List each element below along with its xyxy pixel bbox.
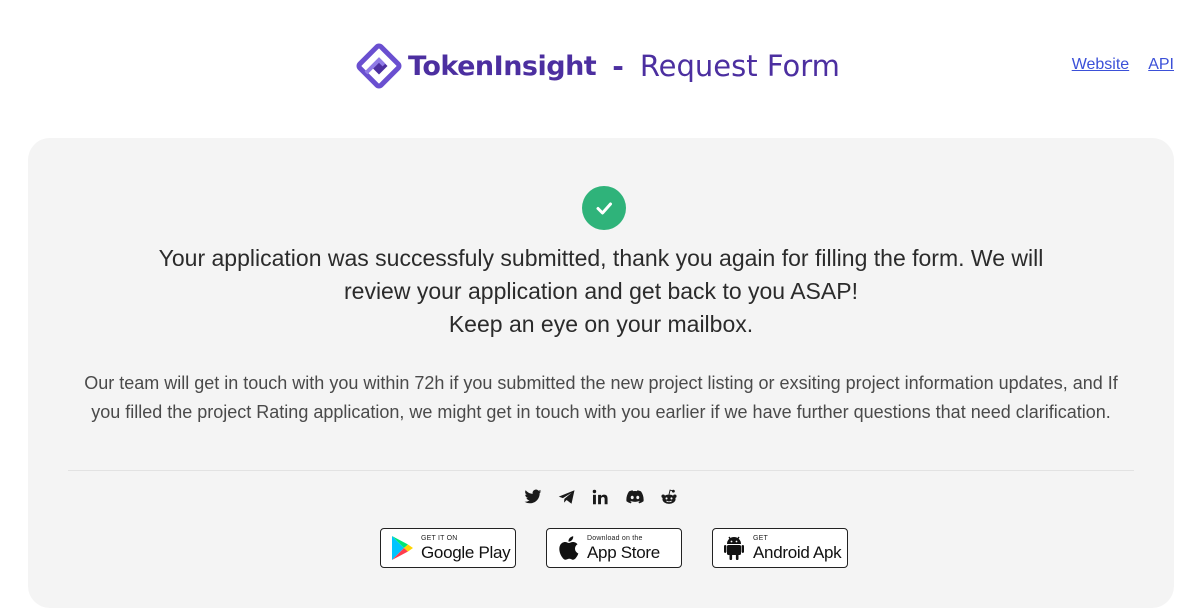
success-message-line: Keep an eye on your mailbox. [448,311,754,337]
success-message-line: Your application was successfuly submitt… [158,245,1044,271]
google-play-button[interactable]: GET IT ON Google Play [380,528,516,568]
brand-name: TokenInsight [408,50,597,82]
google-play-icon [389,534,415,562]
page-title: Request Form [639,49,840,83]
app-store-button[interactable]: Download on the App Store [546,528,682,568]
website-link[interactable]: Website [1072,56,1130,74]
store-name: Android Apk [753,543,842,562]
store-name: App Store [587,543,660,562]
discord-icon[interactable] [625,486,645,508]
follow-up-note: Our team will get in touch with you with… [84,373,1118,422]
success-check-icon [582,186,626,230]
store-caption: GET [753,535,768,542]
twitter-icon[interactable] [523,486,543,508]
social-links [28,486,1174,508]
apple-icon [555,534,581,562]
success-message: Your application was successfuly submitt… [28,242,1174,341]
store-name: Google Play [421,543,511,562]
app-store-buttons: GET IT ON Google Play Download on the Ap… [380,528,848,568]
linkedin-icon[interactable] [591,486,611,508]
divider [68,470,1134,471]
nav-links: Website API [1072,56,1174,74]
success-card: Your application was successfuly submitt… [28,138,1174,608]
store-caption: Download on the [587,535,643,542]
success-message-line: review your application and get back to … [344,278,858,304]
telegram-icon[interactable] [557,486,577,508]
page-header: TokenInsight - Request Form Website API [0,0,1200,120]
store-caption: GET IT ON [421,535,458,542]
tokeninsight-logo-icon [356,43,402,89]
android-icon [721,534,747,562]
brand: TokenInsight - Request Form [356,42,840,90]
brand-separator: - [612,49,624,83]
reddit-icon[interactable] [659,486,679,508]
api-link[interactable]: API [1148,56,1174,74]
android-apk-button[interactable]: GET Android Apk [712,528,848,568]
